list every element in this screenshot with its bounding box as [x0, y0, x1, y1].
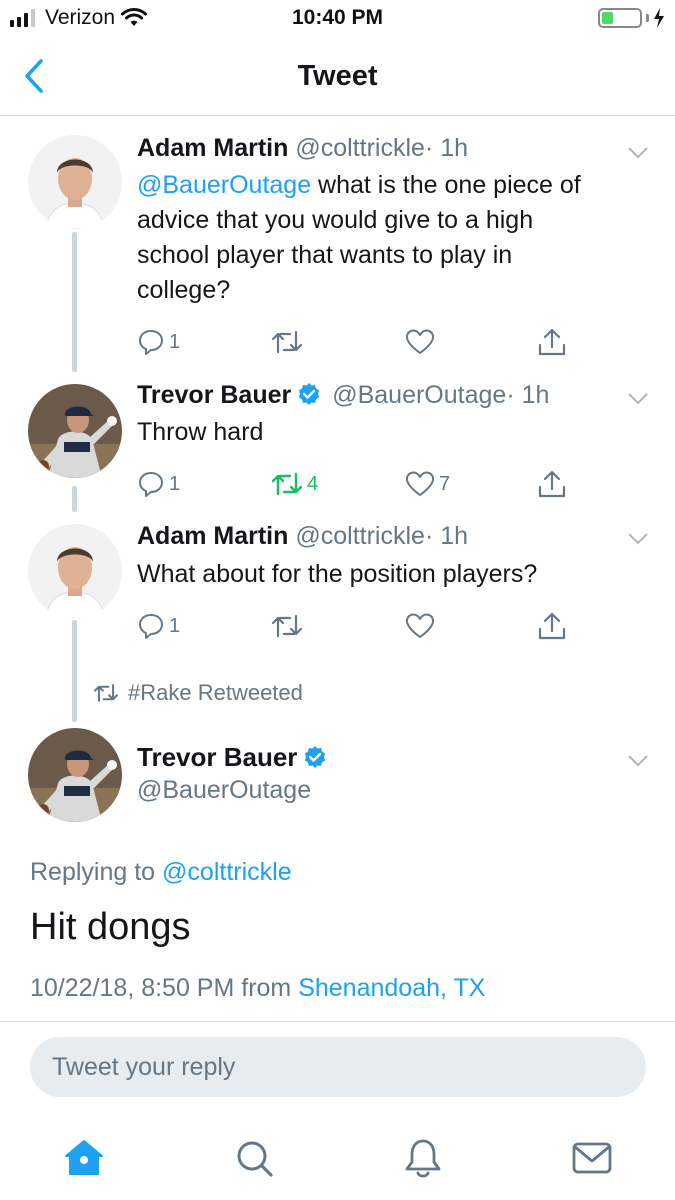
tab-messages[interactable]	[570, 1136, 614, 1180]
status-right	[598, 8, 665, 28]
author-name[interactable]: Trevor Bauer	[137, 381, 291, 409]
author-name[interactable]: Adam Martin	[137, 522, 288, 550]
avatar[interactable]	[28, 728, 122, 822]
reply-input[interactable]	[30, 1037, 646, 1097]
nav-bar: Tweet	[0, 38, 675, 116]
share-icon	[538, 470, 566, 498]
retweet-button[interactable]	[271, 610, 307, 642]
verified-badge-icon	[299, 383, 320, 405]
reply-icon	[139, 614, 163, 639]
thread-connector	[72, 620, 77, 722]
main-tweet-text: Hit dongs	[30, 906, 191, 948]
verified-badge-icon	[305, 746, 326, 768]
replying-to-link[interactable]: @colttrickle	[162, 858, 292, 886]
mention-link[interactable]: @BauerOutage	[137, 171, 311, 199]
share-button[interactable]	[537, 326, 567, 358]
tweet-text-line: what is the one piece of	[311, 171, 581, 199]
retweet-button[interactable]	[271, 326, 307, 358]
author-handle: @colttrickle	[295, 134, 425, 162]
avatar[interactable]	[28, 384, 122, 478]
tweet-time: · 1h	[506, 381, 550, 409]
heart-icon	[406, 613, 434, 638]
main-author-handle: @BauerOutage	[137, 776, 312, 804]
avatar[interactable]	[28, 135, 122, 229]
timestamp-text: 10/22/18, 8:50 PM from	[30, 974, 299, 1002]
tweet-text-line: advice that you would give to a high	[137, 206, 534, 234]
charging-bolt-icon	[654, 8, 664, 28]
tab-search[interactable]	[232, 1136, 276, 1180]
retweet-icon	[93, 684, 119, 702]
share-icon	[538, 328, 566, 356]
mail-icon	[572, 1142, 612, 1174]
tweet-actions: 1	[137, 326, 577, 358]
like-count: 7	[439, 472, 451, 495]
thread-connector	[72, 486, 77, 512]
like-button[interactable]: 7	[405, 468, 450, 500]
replying-to: Replying to @colttrickle	[30, 858, 292, 887]
share-button[interactable]	[537, 610, 567, 642]
tweet-text-line: school player that wants to play in	[137, 241, 513, 269]
replying-to-label: Replying to	[30, 858, 163, 886]
tweet-timestamp: 10/22/18, 8:50 PM from Shenandoah, TX	[30, 974, 485, 1003]
tweet-time: · 1h	[424, 134, 469, 162]
tab-bar	[0, 1120, 675, 1200]
retweet-icon	[271, 614, 303, 638]
retweet-icon	[271, 330, 303, 354]
retweeted-by-note[interactable]: #Rake Retweeted	[92, 680, 303, 706]
location-link[interactable]: Shenandoah, TX	[298, 974, 485, 1002]
page-title: Tweet	[297, 60, 378, 92]
tweet-actions: 1	[137, 610, 577, 642]
tweet-header: Trevor Bauer @BauerOutage· 1h	[137, 381, 549, 410]
tweet-text: What about for the position players?	[137, 560, 538, 588]
retweet-icon	[271, 472, 303, 496]
like-button[interactable]	[405, 326, 439, 358]
chevron-down-icon[interactable]	[627, 146, 649, 160]
author-handle: @colttrickle	[295, 522, 425, 550]
tweet-header: Adam Martin @colttrickle· 1h	[137, 134, 468, 163]
author-handle: @BauerOutage	[332, 381, 507, 409]
tweet-header: Adam Martin @colttrickle· 1h	[137, 522, 468, 551]
battery-icon	[598, 8, 642, 28]
thread-connector	[72, 232, 77, 372]
retweeted-by-text: #Rake Retweeted	[128, 680, 303, 705]
tweet-time: · 1h	[424, 522, 469, 550]
tab-notifications[interactable]	[401, 1136, 445, 1180]
avatar[interactable]	[28, 524, 122, 618]
reply-count: 1	[169, 614, 181, 637]
reply-button[interactable]: 1	[137, 326, 180, 358]
reply-count: 1	[169, 472, 181, 495]
author-name[interactable]: Adam Martin	[137, 134, 288, 162]
tweet-text: Throw hard	[137, 418, 264, 446]
battery-tip	[646, 14, 649, 22]
chevron-down-icon[interactable]	[627, 392, 649, 406]
reply-button[interactable]: 1	[137, 610, 180, 642]
chevron-down-icon[interactable]	[627, 754, 649, 768]
share-button[interactable]	[537, 468, 567, 500]
reply-composer[interactable]	[30, 1037, 646, 1097]
reply-count: 1	[169, 330, 181, 353]
tweet-text-line: college?	[137, 276, 231, 304]
divider	[0, 1021, 675, 1022]
tab-home[interactable]	[62, 1136, 106, 1180]
retweet-button[interactable]: 4	[271, 468, 318, 500]
chevron-down-icon[interactable]	[627, 532, 649, 546]
reply-icon	[139, 330, 163, 355]
tweet-actions: 1 4 7	[137, 468, 577, 500]
reply-icon	[139, 472, 163, 497]
battery-fill	[602, 12, 613, 24]
home-icon	[65, 1140, 103, 1175]
main-author-name[interactable]: Trevor Bauer	[137, 742, 331, 773]
retweet-count: 4	[307, 472, 319, 495]
share-icon	[538, 612, 566, 640]
status-bar: Verizon 10:40 PM	[0, 0, 675, 38]
bell-icon	[405, 1139, 441, 1178]
status-time: 10:40 PM	[291, 6, 384, 29]
author-name[interactable]: Trevor Bauer	[137, 742, 297, 772]
like-button[interactable]	[405, 610, 439, 642]
heart-icon	[406, 471, 434, 496]
heart-icon	[406, 329, 434, 354]
tweet-text: @BauerOutage what is the one piece of ad…	[137, 168, 637, 308]
search-icon	[237, 1141, 273, 1177]
reply-button[interactable]: 1	[137, 468, 180, 500]
